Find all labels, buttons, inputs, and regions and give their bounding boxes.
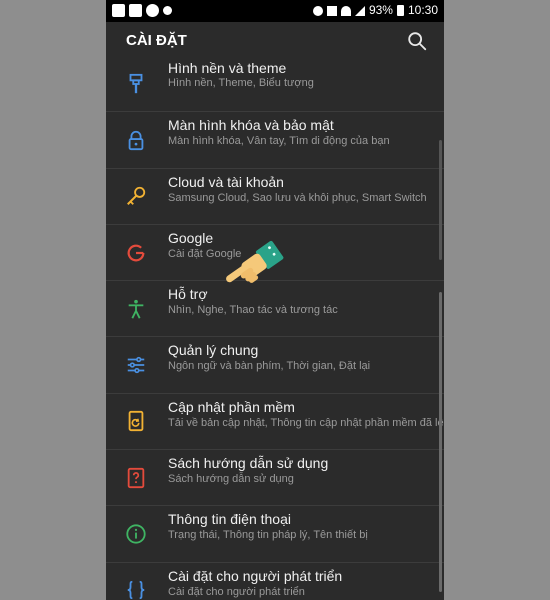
clock: 10:30 (407, 3, 438, 17)
key-icon (127, 187, 146, 206)
item-title: Cập nhật phần mềm (168, 398, 295, 415)
sliders-icon (127, 356, 145, 374)
item-title: Cloud và tài khoản (168, 173, 284, 190)
notification-icons (112, 4, 172, 17)
settings-list: Hình nền và theme Hình nền, Theme, Biểu … (106, 56, 444, 600)
battery-percent: 93% (368, 3, 393, 17)
accessibility-icon (128, 299, 144, 319)
item-subtitle: Hình nền, Theme, Biểu tượng (168, 77, 314, 89)
settings-item-cloud-accounts[interactable]: Cloud và tài khoản Samsung Cloud, Sao lư… (106, 169, 444, 225)
item-subtitle: Sách hướng dẫn sử dụng (168, 473, 294, 486)
item-title: Google (168, 229, 214, 246)
item-subtitle: Tải về bản cập nhật, Thông tin cập nhật … (168, 416, 444, 429)
developer-icon (127, 581, 145, 600)
battery-icon (396, 5, 404, 16)
more-notifications-icon (163, 6, 172, 15)
lock-icon (128, 130, 144, 151)
messenger-notification-icon (146, 4, 159, 17)
settings-item-wallpaper-theme[interactable]: Hình nền và theme Hình nền, Theme, Biểu … (106, 56, 444, 113)
settings-item-developer-options[interactable]: Cài đặt cho người phát triển Cài đặt cho… (106, 563, 444, 600)
settings-item-user-manual[interactable]: Sách hướng dẫn sử dụng Sách hướng dẫn sử… (106, 450, 444, 507)
info-icon (126, 524, 146, 544)
item-title: Quản lý chung (168, 342, 259, 359)
item-title: Hỗ trợ (168, 286, 208, 303)
item-title: Màn hình khóa và bảo mật (168, 117, 334, 134)
item-subtitle: Màn hình khóa, Vân tay, Tìm di động của … (168, 135, 390, 148)
status-indicators: 93% 10:30 (312, 3, 438, 18)
status-bar: 93% 10:30 (106, 0, 444, 22)
edge-rail (439, 140, 442, 260)
item-title: Hình nền và theme (168, 60, 287, 76)
gallery-notification-icon (112, 4, 125, 17)
item-title: Thông tin điện thoại (168, 511, 291, 528)
item-title: Sách hướng dẫn sử dụng (168, 455, 329, 472)
alarm-icon (312, 5, 323, 16)
scrollbar[interactable] (439, 292, 442, 592)
item-subtitle: Cài đặt cho người phát triển (168, 585, 305, 598)
software-update-icon (128, 411, 144, 432)
google-icon (127, 244, 145, 261)
wifi-icon (340, 5, 351, 16)
item-subtitle: Nhìn, Nghe, Thao tác và tương tác (168, 304, 338, 317)
item-subtitle: Trạng thái, Thông tin pháp lý, Tên thiết… (168, 529, 368, 542)
search-icon[interactable] (406, 30, 428, 52)
page-title: CÀI ĐẶT (126, 32, 187, 49)
app-bar: CÀI ĐẶT (106, 22, 444, 60)
item-subtitle: Ngôn ngữ và bàn phím, Thời gian, Đặt lại (168, 360, 371, 373)
item-subtitle: Samsung Cloud, Sao lưu và khôi phục, Sma… (168, 191, 427, 204)
signal-icon (354, 5, 365, 16)
phone-screen: 93% 10:30 CÀI ĐẶT Hình nền và theme Hình… (106, 0, 444, 600)
pointing-hand-icon (226, 240, 284, 283)
settings-item-general-management[interactable]: Quản lý chung Ngôn ngữ và bàn phím, Thời… (106, 337, 444, 394)
item-title: Cài đặt cho người phát triển (168, 567, 343, 584)
paintbrush-icon (129, 73, 143, 93)
settings-item-lockscreen-security[interactable]: Màn hình khóa và bảo mật Màn hình khóa, … (106, 112, 444, 169)
mute-icon (326, 5, 337, 16)
manual-icon (127, 467, 145, 488)
settings-item-software-update[interactable]: Cập nhật phần mềm Tải về bản cập nhật, T… (106, 394, 444, 451)
settings-item-about-phone[interactable]: Thông tin điện thoại Trạng thái, Thông t… (106, 506, 444, 563)
photo-notification-icon (129, 4, 142, 17)
